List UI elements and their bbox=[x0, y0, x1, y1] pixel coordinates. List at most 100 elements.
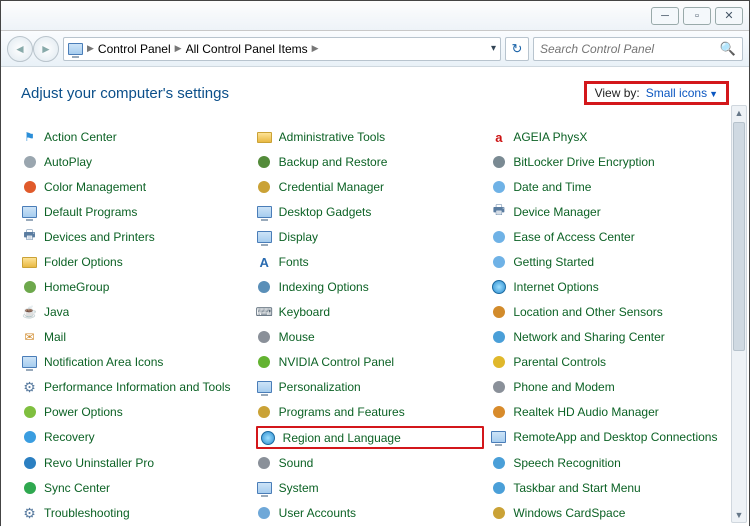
control-panel-item[interactable]: Parental Controls bbox=[490, 352, 719, 372]
control-panel-item[interactable]: Recovery bbox=[21, 427, 250, 447]
scroll-up-icon[interactable]: ▲ bbox=[735, 106, 744, 120]
printer-icon: 🖶 bbox=[490, 204, 507, 221]
control-panel-item[interactable]: Notification Area Icons bbox=[21, 352, 250, 372]
control-panel-item[interactable]: Revo Uninstaller Pro bbox=[21, 453, 250, 473]
control-panel-item[interactable]: Network and Sharing Center bbox=[490, 327, 719, 347]
control-panel-item[interactable]: Programs and Features bbox=[256, 402, 485, 422]
item-label: AutoPlay bbox=[44, 155, 92, 169]
control-panel-item[interactable]: Display bbox=[256, 227, 485, 247]
item-label: HomeGroup bbox=[44, 280, 109, 294]
control-panel-item[interactable]: aAGEIA PhysX bbox=[490, 127, 719, 147]
address-dropdown-icon[interactable]: ▾ bbox=[491, 43, 496, 54]
control-panel-item[interactable]: ⚙Troubleshooting bbox=[21, 503, 250, 523]
item-label: Getting Started bbox=[513, 255, 594, 269]
control-panel-item[interactable]: Internet Options bbox=[490, 277, 719, 297]
control-panel-item[interactable]: Default Programs bbox=[21, 202, 250, 222]
app-icon bbox=[21, 279, 38, 296]
item-label: AGEIA PhysX bbox=[513, 130, 587, 144]
control-panel-item[interactable]: Phone and Modem bbox=[490, 377, 719, 397]
control-panel-item[interactable]: Personalization bbox=[256, 377, 485, 397]
app-icon bbox=[490, 154, 507, 171]
control-panel-item[interactable]: Mouse bbox=[256, 327, 485, 347]
control-panel-item[interactable]: Sound bbox=[256, 453, 485, 473]
control-panel-item[interactable]: Credential Manager bbox=[256, 177, 485, 197]
item-label: Phone and Modem bbox=[513, 380, 614, 394]
item-label: RemoteApp and Desktop Connections bbox=[513, 430, 717, 444]
control-panel-item[interactable]: ✉Mail bbox=[21, 327, 250, 347]
refresh-button[interactable]: ↻ bbox=[505, 37, 529, 61]
control-panel-item[interactable]: 🖶Device Manager bbox=[490, 202, 719, 222]
control-panel-item[interactable]: Realtek HD Audio Manager bbox=[490, 402, 719, 422]
control-panel-item[interactable]: Location and Other Sensors bbox=[490, 302, 719, 322]
control-panel-item[interactable]: ⌨Keyboard bbox=[256, 302, 485, 322]
title-bar: ─ ▫ ✕ bbox=[1, 1, 749, 31]
control-panel-item[interactable]: System bbox=[256, 478, 485, 498]
control-panel-item[interactable]: Region and Language bbox=[256, 426, 485, 449]
java-icon: ☕ bbox=[21, 304, 38, 321]
control-panel-item[interactable]: AFonts bbox=[256, 252, 485, 272]
control-panel-item[interactable]: Getting Started bbox=[490, 252, 719, 272]
scroll-down-icon[interactable]: ▼ bbox=[735, 508, 744, 522]
view-by-label: View by: bbox=[595, 86, 640, 100]
item-label: Display bbox=[279, 230, 318, 244]
close-button[interactable]: ✕ bbox=[715, 7, 743, 25]
control-panel-item[interactable]: Backup and Restore bbox=[256, 152, 485, 172]
control-panel-item[interactable]: BitLocker Drive Encryption bbox=[490, 152, 719, 172]
control-panel-item[interactable]: ⚙Performance Information and Tools bbox=[21, 377, 250, 397]
item-label: Fonts bbox=[279, 255, 309, 269]
globe-icon bbox=[260, 429, 277, 446]
back-button[interactable]: ◄ bbox=[7, 36, 33, 62]
search-icon: 🔍 bbox=[720, 41, 736, 57]
forward-button[interactable]: ► bbox=[33, 36, 59, 62]
scrollbar[interactable]: ▲ ▼ bbox=[731, 105, 747, 523]
item-label: Revo Uninstaller Pro bbox=[44, 456, 154, 470]
view-by-value[interactable]: Small icons▼ bbox=[646, 86, 718, 100]
search-box[interactable]: 🔍 bbox=[533, 37, 743, 61]
control-panel-item[interactable]: Date and Time bbox=[490, 177, 719, 197]
address-bar[interactable]: ▶ Control Panel ▶ All Control Panel Item… bbox=[63, 37, 501, 61]
flag-icon: ⚑ bbox=[21, 129, 38, 146]
app-icon bbox=[256, 179, 273, 196]
app-icon bbox=[256, 455, 273, 472]
control-panel-item[interactable]: AutoPlay bbox=[21, 152, 250, 172]
app-icon bbox=[490, 179, 507, 196]
item-label: Programs and Features bbox=[279, 405, 405, 419]
breadcrumb-item[interactable]: Control Panel bbox=[98, 42, 171, 56]
control-panel-item[interactable]: RemoteApp and Desktop Connections bbox=[490, 427, 719, 447]
app-icon bbox=[256, 279, 273, 296]
control-panel-item[interactable]: Ease of Access Center bbox=[490, 227, 719, 247]
control-panel-item[interactable]: Desktop Gadgets bbox=[256, 202, 485, 222]
item-label: Backup and Restore bbox=[279, 155, 388, 169]
item-label: Region and Language bbox=[283, 431, 401, 445]
gear-icon: ⚙ bbox=[21, 505, 38, 522]
control-panel-item[interactable]: Administrative Tools bbox=[256, 127, 485, 147]
breadcrumb-item[interactable]: All Control Panel Items bbox=[186, 42, 308, 56]
control-panel-item[interactable]: Taskbar and Start Menu bbox=[490, 478, 719, 498]
control-panel-item[interactable]: User Accounts bbox=[256, 503, 485, 523]
control-panel-item[interactable]: 🖶Devices and Printers bbox=[21, 227, 250, 247]
scroll-thumb[interactable] bbox=[733, 122, 745, 351]
app-icon bbox=[490, 505, 507, 522]
control-panel-item[interactable]: Indexing Options bbox=[256, 277, 485, 297]
control-panel-item[interactable]: Windows CardSpace bbox=[490, 503, 719, 523]
control-panel-item[interactable]: HomeGroup bbox=[21, 277, 250, 297]
maximize-button[interactable]: ▫ bbox=[683, 7, 711, 25]
item-label: BitLocker Drive Encryption bbox=[513, 155, 654, 169]
breadcrumb-sep-icon: ▶ bbox=[87, 43, 94, 54]
minimize-button[interactable]: ─ bbox=[651, 7, 679, 25]
control-panel-item[interactable]: Color Management bbox=[21, 177, 250, 197]
monitor-icon bbox=[21, 204, 38, 221]
control-panel-item[interactable]: Folder Options bbox=[21, 252, 250, 272]
control-panel-item[interactable]: NVIDIA Control Panel bbox=[256, 352, 485, 372]
folder-icon bbox=[21, 254, 38, 271]
control-panel-item[interactable]: Speech Recognition bbox=[490, 453, 719, 473]
control-panel-item[interactable]: Sync Center bbox=[21, 478, 250, 498]
item-label: Internet Options bbox=[513, 280, 598, 294]
control-panel-item[interactable]: ☕Java bbox=[21, 302, 250, 322]
control-panel-item[interactable]: Power Options bbox=[21, 402, 250, 422]
view-by-selector[interactable]: View by: Small icons▼ bbox=[584, 81, 729, 105]
item-label: User Accounts bbox=[279, 506, 356, 520]
search-input[interactable] bbox=[540, 42, 720, 56]
control-panel-item[interactable]: ⚑Action Center bbox=[21, 127, 250, 147]
app-icon bbox=[490, 229, 507, 246]
